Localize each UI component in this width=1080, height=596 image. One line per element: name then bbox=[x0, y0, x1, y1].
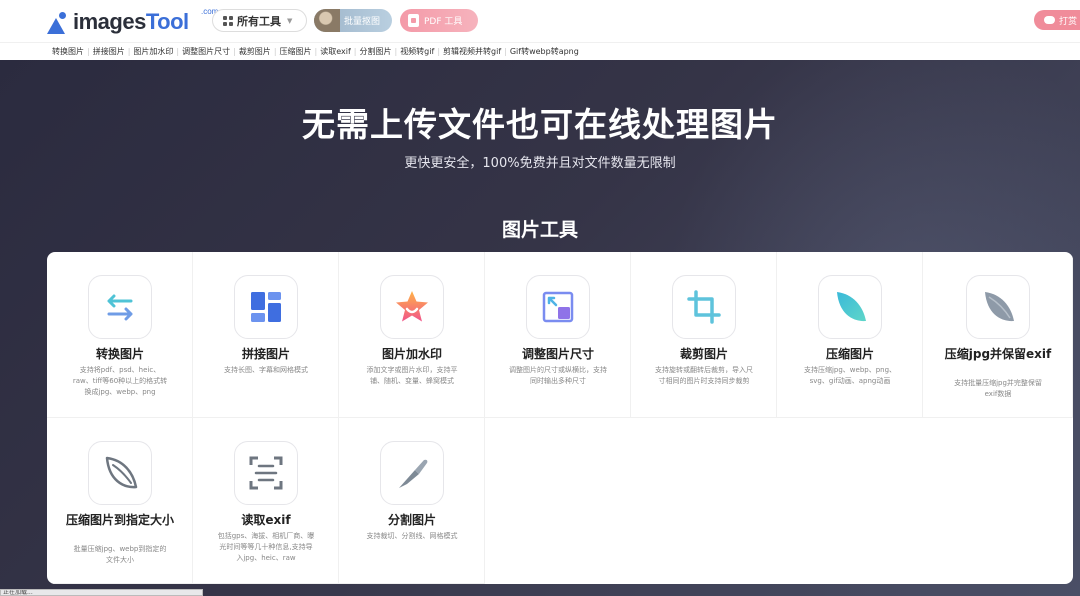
quick-link-separator: | bbox=[314, 47, 318, 56]
tool-name: 图片加水印 bbox=[381, 347, 442, 361]
quick-link[interactable]: 压缩图片 bbox=[280, 46, 312, 57]
quick-link-separator: | bbox=[87, 47, 90, 56]
tool-name: 读取exif bbox=[241, 513, 291, 527]
grid-icon bbox=[223, 15, 233, 26]
tool-desc: 支持批量压缩jpg并完整保留exif数据 bbox=[954, 379, 1042, 398]
tool-card-compress-size[interactable]: 压缩图片到指定大小 批量压缩jpg、webp到指定的文件大小 bbox=[47, 418, 193, 584]
tool-name: 调整图片尺寸 bbox=[521, 347, 594, 361]
hero-subtitle: 更快更安全，100%免费并且对文件数量无限制 bbox=[404, 156, 676, 171]
resize-icon bbox=[526, 275, 590, 339]
tool-name: 压缩图片到指定大小 bbox=[65, 513, 174, 527]
tool-card-convert[interactable]: 转换图片 支持将pdf、psd、heic、raw、tiff等60种以上的格式转换… bbox=[47, 252, 193, 418]
tool-desc: 包括gps、海拔、相机厂商、曝光时间等等几十种信息,支持导入jpg、heic、r… bbox=[217, 532, 315, 562]
batch-cutout-button[interactable]: 批量抠图 bbox=[314, 9, 392, 32]
all-tools-dropdown[interactable]: 所有工具 ▼ bbox=[212, 9, 307, 32]
convert-arrows-icon bbox=[88, 275, 152, 339]
tool-card-crop[interactable]: 裁剪图片 支持旋转或翻转后裁剪，导入尺寸相同的图片时支持同步裁剪 bbox=[631, 252, 777, 418]
batch-cutout-label: 批量抠图 bbox=[343, 17, 380, 27]
reward-label: 打赏 bbox=[1059, 16, 1078, 27]
feather-outline-icon bbox=[88, 441, 152, 505]
tool-card-compress[interactable]: 压缩图片 支持压缩jpg、webp、png、svg、gif动画、apng动画 bbox=[777, 252, 923, 418]
quick-link[interactable]: Gif转webp转apng bbox=[510, 46, 579, 57]
quick-link-separator: | bbox=[394, 47, 398, 56]
tool-desc: 支持旋转或翻转后裁剪，导入尺寸相同的图片时支持同步裁剪 bbox=[655, 366, 753, 385]
quick-link[interactable]: 分割图片 bbox=[359, 46, 391, 57]
tool-name: 转换图片 bbox=[95, 347, 144, 361]
pdf-tools-label: PDF 工具 bbox=[424, 17, 463, 27]
tool-desc: 支持长图、字幕和网格模式 bbox=[224, 366, 308, 374]
quick-link-separator: | bbox=[176, 47, 180, 56]
pdf-tools-button[interactable]: PDF 工具 bbox=[400, 9, 478, 32]
wechat-icon bbox=[1044, 16, 1055, 24]
tool-card-split[interactable]: 分割图片 支持裁切、分割线、网格模式 bbox=[339, 418, 485, 584]
quick-link[interactable]: 剪辑视频并转gif bbox=[443, 46, 501, 57]
chevron-down-icon: ▼ bbox=[287, 16, 293, 25]
tool-desc: 批量压缩jpg、webp到指定的文件大小 bbox=[73, 545, 167, 564]
tool-desc: 添加文字或图片水印，支持平铺、随机、变量、蜂窝模式 bbox=[366, 366, 458, 385]
quick-link[interactable]: 视频转gif bbox=[400, 46, 434, 57]
quick-link-separator: | bbox=[273, 47, 277, 56]
site-logo[interactable]: imagesTool .com bbox=[47, 7, 218, 34]
section-title: 图片工具 bbox=[501, 219, 578, 241]
quick-link-separator: | bbox=[353, 47, 357, 56]
tool-name: 裁剪图片 bbox=[679, 347, 728, 361]
tool-desc: 支持将pdf、psd、heic、raw、tiff等60种以上的格式转换成jpg、… bbox=[72, 366, 168, 396]
tool-desc: 支持压缩jpg、webp、png、svg、gif动画、apng动画 bbox=[803, 366, 897, 385]
logo-text: imagesTool bbox=[73, 9, 189, 34]
tool-desc: 调整图片的尺寸或纵横比，支持同时输出多种尺寸 bbox=[509, 366, 607, 385]
cat-thumbnail-icon bbox=[314, 9, 340, 32]
tool-name: 拼接图片 bbox=[241, 347, 290, 361]
tool-name: 分割图片 bbox=[387, 513, 436, 527]
tool-card-exif[interactable]: 读取exif 包括gps、海拔、相机厂商、曝光时间等等几十种信息,支持导入jpg… bbox=[193, 418, 339, 584]
status-tooltip: 正在加载... bbox=[0, 589, 203, 596]
hero-title: 无需上传文件也可在线处理图片 bbox=[302, 105, 778, 144]
reward-button[interactable]: 打赏 bbox=[1034, 10, 1080, 30]
logo-mark-icon bbox=[47, 12, 69, 34]
quick-link[interactable]: 调整图片尺寸 bbox=[182, 46, 230, 57]
star-watermark-icon bbox=[380, 275, 444, 339]
collage-grid-icon bbox=[234, 275, 298, 339]
quick-link-separator: | bbox=[437, 47, 441, 56]
tool-name: 压缩图片 bbox=[825, 347, 874, 361]
tool-name: 压缩jpg并保留exif bbox=[944, 347, 1052, 361]
quick-link[interactable]: 图片加水印 bbox=[133, 46, 173, 57]
all-tools-label: 所有工具 bbox=[237, 14, 281, 28]
feather-gray-icon bbox=[966, 275, 1030, 339]
quick-link[interactable]: 拼接图片 bbox=[93, 46, 125, 57]
crop-icon bbox=[672, 275, 736, 339]
quick-link[interactable]: 转换图片 bbox=[52, 46, 84, 57]
quick-link-separator: | bbox=[127, 47, 131, 56]
quick-links-bar: 转换图片 | 拼接图片 | 图片加水印 | 调整图片尺寸 | 裁剪图片 | 压缩图片 | 读取exif |… bbox=[0, 42, 1080, 60]
tool-card-collage[interactable]: 拼接图片 支持长图、字幕和网格模式 bbox=[193, 252, 339, 418]
feather-icon bbox=[818, 275, 882, 339]
quick-link-separator: | bbox=[233, 47, 236, 56]
quick-link[interactable]: 读取exif bbox=[320, 46, 351, 57]
quick-link[interactable]: 裁剪图片 bbox=[239, 46, 271, 57]
knife-icon bbox=[380, 441, 444, 505]
scan-icon bbox=[234, 441, 298, 505]
quick-link-separator: | bbox=[504, 47, 507, 56]
tool-desc: 支持裁切、分割线、网格模式 bbox=[366, 532, 458, 540]
tool-card-watermark[interactable]: 图片加水印 添加文字或图片水印，支持平铺、随机、变量、蜂窝模式 bbox=[339, 252, 485, 418]
tool-card-compress-exif[interactable]: 压缩jpg并保留exif 支持批量压缩jpg并完整保留exif数据 bbox=[923, 252, 1073, 418]
tool-card-resize[interactable]: 调整图片尺寸 调整图片的尺寸或纵横比，支持同时输出多种尺寸 bbox=[485, 252, 631, 418]
top-header: imagesTool .com 所有工具 ▼ 批量抠图 PDF 工具 打赏 bbox=[0, 0, 1080, 42]
pdf-icon bbox=[408, 14, 419, 27]
tools-panel: 转换图片 支持将pdf、psd、heic、raw、tiff等60种以上的格式转换… bbox=[47, 252, 1073, 584]
